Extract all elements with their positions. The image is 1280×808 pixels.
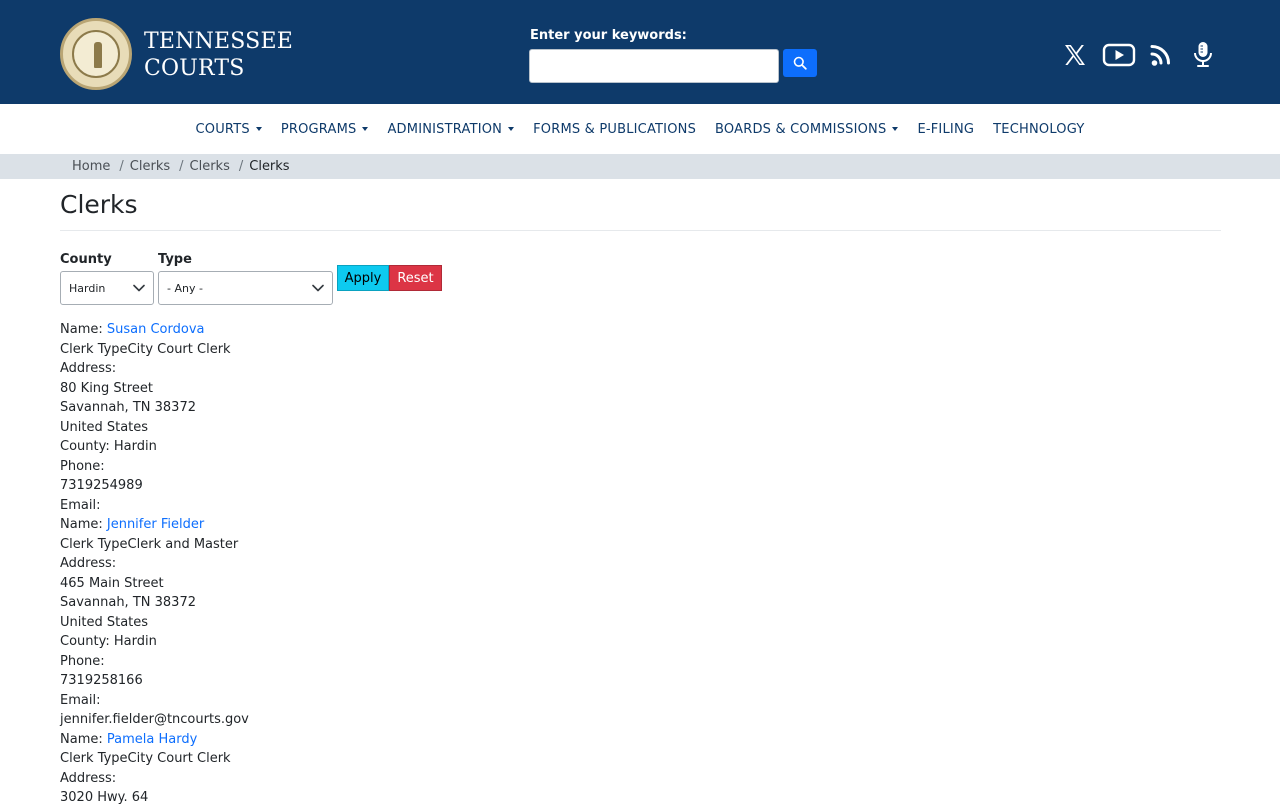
nav-label: TECHNOLOGY	[993, 121, 1085, 137]
seal-inner-ring	[72, 30, 120, 78]
breadcrumb-current: Clerks	[249, 159, 290, 174]
address-label: Address:	[60, 556, 117, 571]
search-label: Enter your keywords:	[530, 28, 687, 43]
breadcrumb-separator: /	[179, 159, 184, 174]
youtube-link[interactable]	[1102, 40, 1136, 70]
clerk-name-link[interactable]: Susan Cordova	[107, 322, 205, 337]
type-select[interactable]: - Any -	[158, 271, 333, 305]
address-street: 465 Main Street	[60, 575, 164, 591]
clerk-name-line: Name: Jennifer Fielder	[60, 515, 249, 535]
seal-justice-figure	[94, 42, 102, 68]
tennessee-judiciary-seal-logo[interactable]	[60, 18, 132, 90]
address-city: Savannah, TN 38372	[60, 400, 196, 415]
nav-item-technology[interactable]: TECHNOLOGY	[984, 122, 1094, 137]
nav-label: PROGRAMS	[280, 121, 357, 137]
chevron-down-icon	[133, 284, 145, 292]
clerk-entry: Name: Jennifer Fielder Clerk TypeClerk a…	[60, 515, 249, 730]
youtube-icon	[1102, 43, 1136, 67]
nav-item-e-filing[interactable]: E-FILING	[908, 122, 984, 137]
clerk-entry: Name: Pamela Hardy Clerk TypeCity Court …	[60, 730, 249, 808]
clerk-name-line: Name: Susan Cordova	[60, 320, 249, 340]
x-icon	[1065, 45, 1085, 65]
nav-item-boards-commissions[interactable]: BOARDS & COMMISSIONS	[706, 122, 908, 137]
main-navigation: COURTS PROGRAMS ADMINISTRATION FORMS & P…	[0, 104, 1280, 154]
nav-label: E-FILING	[917, 121, 975, 137]
address-street: 3020 Hwy. 64	[60, 790, 149, 805]
nav-item-courts[interactable]: COURTS	[186, 122, 271, 137]
address-country: United States	[60, 419, 149, 435]
site-brand[interactable]: TENNESSEE COURTS	[144, 28, 293, 82]
name-label: Name:	[60, 322, 107, 337]
name-label: Name:	[60, 731, 107, 747]
nav-item-administration[interactable]: ADMINISTRATION	[378, 122, 524, 137]
phone-label: Phone:	[60, 458, 105, 474]
breadcrumb: Home / Clerks / Clerks / Clerks	[0, 154, 1280, 179]
nav-label: BOARDS & COMMISSIONS	[715, 121, 887, 137]
clerk-name-link[interactable]: Pamela Hardy	[107, 732, 197, 747]
address-country: United States	[60, 614, 149, 630]
nav-item-forms-publications[interactable]: FORMS & PUBLICATIONS	[524, 122, 706, 137]
county-select-value: Hardin	[69, 281, 106, 295]
nav-item-programs[interactable]: PROGRAMS	[271, 122, 378, 137]
clerk-county: County: Hardin	[60, 439, 157, 454]
rss-icon	[1150, 45, 1170, 66]
rss-link[interactable]	[1150, 40, 1176, 70]
phone-label: Phone:	[60, 653, 105, 669]
podcast-link[interactable]	[1192, 40, 1214, 70]
clerk-type: Clerk TypeCity Court Clerk	[60, 751, 231, 766]
county-select[interactable]: Hardin	[60, 271, 154, 305]
site-header: TENNESSEE COURTS Enter your keywords:	[0, 0, 1280, 104]
nav-label: FORMS & PUBLICATIONS	[533, 121, 697, 137]
type-filter-label: Type	[158, 252, 192, 267]
search-input[interactable]	[529, 49, 779, 83]
email-label: Email:	[60, 692, 101, 708]
podcast-microphone-icon	[1194, 42, 1212, 67]
apply-button[interactable]: Apply	[337, 265, 389, 291]
brand-line-1: TENNESSEE	[144, 29, 293, 54]
email-address: jennifer.fielder@tncourts.gov	[60, 712, 249, 727]
breadcrumb-separator: /	[119, 159, 124, 174]
address-city: Savannah, TN 38372	[60, 595, 196, 610]
address-label: Address:	[60, 361, 117, 376]
nav-label: COURTS	[195, 121, 250, 137]
clerk-county: County: Hardin	[60, 634, 157, 649]
email-label: Email:	[60, 497, 101, 513]
address-street: 80 King Street	[60, 380, 153, 396]
phone-number: 7319254989	[60, 478, 143, 493]
address-label: Address:	[60, 770, 117, 786]
clerk-name-line: Name: Pamela Hardy	[60, 730, 249, 750]
page-title: Clerks	[60, 190, 138, 219]
breadcrumb-clerks[interactable]: Clerks	[130, 159, 170, 174]
clerk-name-link[interactable]: Jennifer Fielder	[107, 517, 204, 532]
breadcrumb-home[interactable]: Home	[72, 159, 110, 174]
x-link[interactable]	[1063, 40, 1087, 70]
clerk-entry: Name: Susan Cordova Clerk TypeCity Court…	[60, 320, 249, 515]
caret-down-icon	[508, 126, 515, 131]
type-select-value: - Any -	[167, 281, 203, 295]
county-filter-label: County	[60, 252, 112, 267]
title-divider	[60, 230, 1221, 231]
clerk-type: Clerk TypeCity Court Clerk	[60, 341, 231, 357]
clerk-results-list: Name: Susan Cordova Clerk TypeCity Court…	[60, 320, 249, 808]
search-button[interactable]	[783, 49, 817, 77]
brand-line-2: COURTS	[144, 56, 245, 81]
clerk-type: Clerk TypeClerk and Master	[60, 536, 239, 552]
caret-down-icon	[255, 126, 262, 131]
search-icon	[793, 56, 807, 70]
breadcrumb-clerks-2[interactable]: Clerks	[190, 159, 230, 174]
nav-label: ADMINISTRATION	[387, 121, 503, 137]
name-label: Name:	[60, 517, 107, 532]
chevron-down-icon	[312, 284, 324, 292]
reset-button[interactable]: Reset	[389, 265, 442, 291]
breadcrumb-separator: /	[238, 159, 244, 174]
caret-down-icon	[362, 126, 369, 131]
phone-number: 7319258166	[60, 673, 143, 688]
caret-down-icon	[892, 126, 899, 131]
